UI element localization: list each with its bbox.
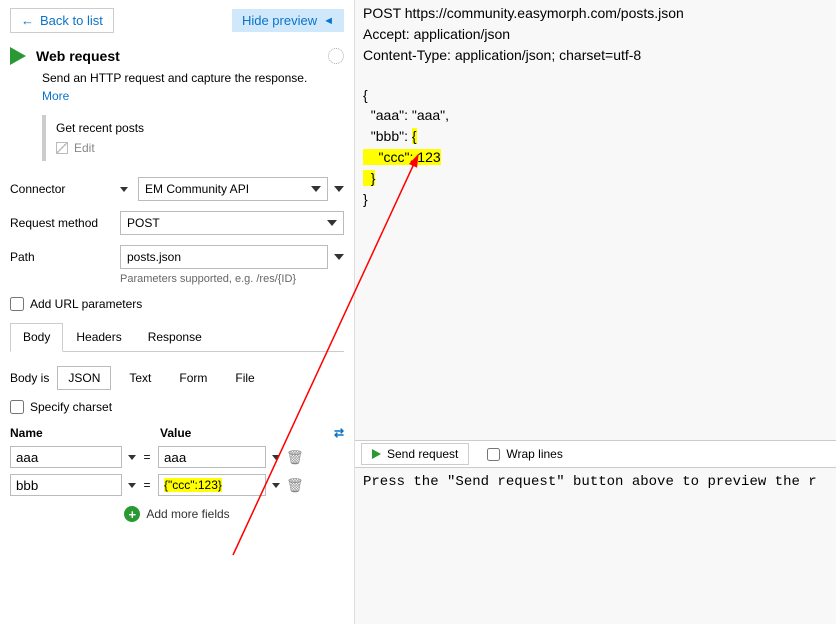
method-label: Request method xyxy=(10,216,120,230)
caret-down-icon[interactable] xyxy=(272,483,280,488)
tab-headers[interactable]: Headers xyxy=(63,323,134,351)
trash-icon[interactable]: 🗑 xyxy=(286,477,304,494)
method-value: POST xyxy=(127,216,160,230)
equals-label: = xyxy=(142,450,152,464)
edit-script-button[interactable]: Edit xyxy=(56,141,334,155)
hide-preview-label: Hide preview xyxy=(242,13,317,28)
value-input-0[interactable] xyxy=(158,446,266,468)
add-url-params-label: Add URL parameters xyxy=(30,297,142,311)
trash-icon[interactable]: 🗑 xyxy=(286,449,304,466)
wrap-lines-label: Wrap lines xyxy=(506,447,562,461)
send-request-label: Send request xyxy=(387,447,458,461)
plus-icon: + xyxy=(124,506,140,522)
script-title: Get recent posts xyxy=(56,121,334,135)
specify-charset-checkbox[interactable] xyxy=(10,400,24,414)
gear-icon[interactable] xyxy=(328,48,344,64)
caret-down-icon[interactable] xyxy=(272,455,280,460)
tab-body[interactable]: Body xyxy=(10,323,63,352)
caret-down-icon[interactable] xyxy=(120,187,128,192)
equals-label: = xyxy=(142,478,152,492)
body-type-text[interactable]: Text xyxy=(119,367,161,389)
back-button[interactable]: ← Back to list xyxy=(10,8,114,33)
add-more-fields-button[interactable]: + Add more fields xyxy=(10,506,344,522)
add-url-params-checkbox[interactable] xyxy=(10,297,24,311)
more-link[interactable]: More xyxy=(42,89,344,103)
body-type-form[interactable]: Form xyxy=(169,367,217,389)
request-preview: POST https://community.easymorph.com/pos… xyxy=(355,0,836,440)
chevron-right-icon: ◄ xyxy=(323,15,334,27)
script-box: Get recent posts Edit xyxy=(42,115,344,161)
response-preview-message: Press the "Send request" button above to… xyxy=(355,468,836,624)
path-hint: Parameters supported, e.g. /res/{ID} xyxy=(120,273,344,285)
caret-down-icon xyxy=(327,220,337,226)
kv-row: = {"ccc":123} 🗑 xyxy=(10,474,344,496)
name-header: Name xyxy=(10,426,160,440)
caret-down-icon[interactable] xyxy=(334,186,344,192)
tab-response[interactable]: Response xyxy=(135,323,215,351)
arrow-left-icon: ← xyxy=(21,13,34,28)
connector-label: Connector xyxy=(10,182,120,196)
kv-row: = 🗑 xyxy=(10,446,344,468)
body-is-label: Body is xyxy=(10,371,49,385)
path-label: Path xyxy=(10,250,120,264)
hide-preview-button[interactable]: Hide preview ◄ xyxy=(232,9,344,32)
edit-label: Edit xyxy=(74,141,95,155)
caret-down-icon xyxy=(311,186,321,192)
wrap-lines-checkbox[interactable] xyxy=(487,448,500,461)
value-input-1[interactable]: {"ccc":123} xyxy=(158,474,266,496)
body-type-file[interactable]: File xyxy=(225,367,264,389)
action-description: Send an HTTP request and capture the res… xyxy=(42,71,344,85)
add-more-label: Add more fields xyxy=(146,507,229,521)
value-header: Value xyxy=(160,426,324,440)
back-label: Back to list xyxy=(40,13,103,28)
specify-charset-label: Specify charset xyxy=(30,400,112,414)
caret-down-icon[interactable] xyxy=(128,455,136,460)
send-request-button[interactable]: Send request xyxy=(361,443,469,465)
name-input-0[interactable] xyxy=(10,446,122,468)
caret-down-icon[interactable] xyxy=(334,254,344,260)
caret-down-icon[interactable] xyxy=(128,483,136,488)
path-input[interactable]: posts.json xyxy=(120,245,328,269)
pencil-icon xyxy=(56,142,68,154)
connector-select[interactable]: EM Community API xyxy=(138,177,328,201)
name-input-1[interactable] xyxy=(10,474,122,496)
play-icon xyxy=(372,449,381,459)
path-value: posts.json xyxy=(127,250,181,264)
swap-icon[interactable]: ⇄ xyxy=(324,426,344,440)
method-select[interactable]: POST xyxy=(120,211,344,235)
action-title: Web request xyxy=(36,48,120,64)
body-type-json[interactable]: JSON xyxy=(57,366,111,390)
connector-value: EM Community API xyxy=(145,182,249,196)
web-request-icon xyxy=(10,47,26,65)
